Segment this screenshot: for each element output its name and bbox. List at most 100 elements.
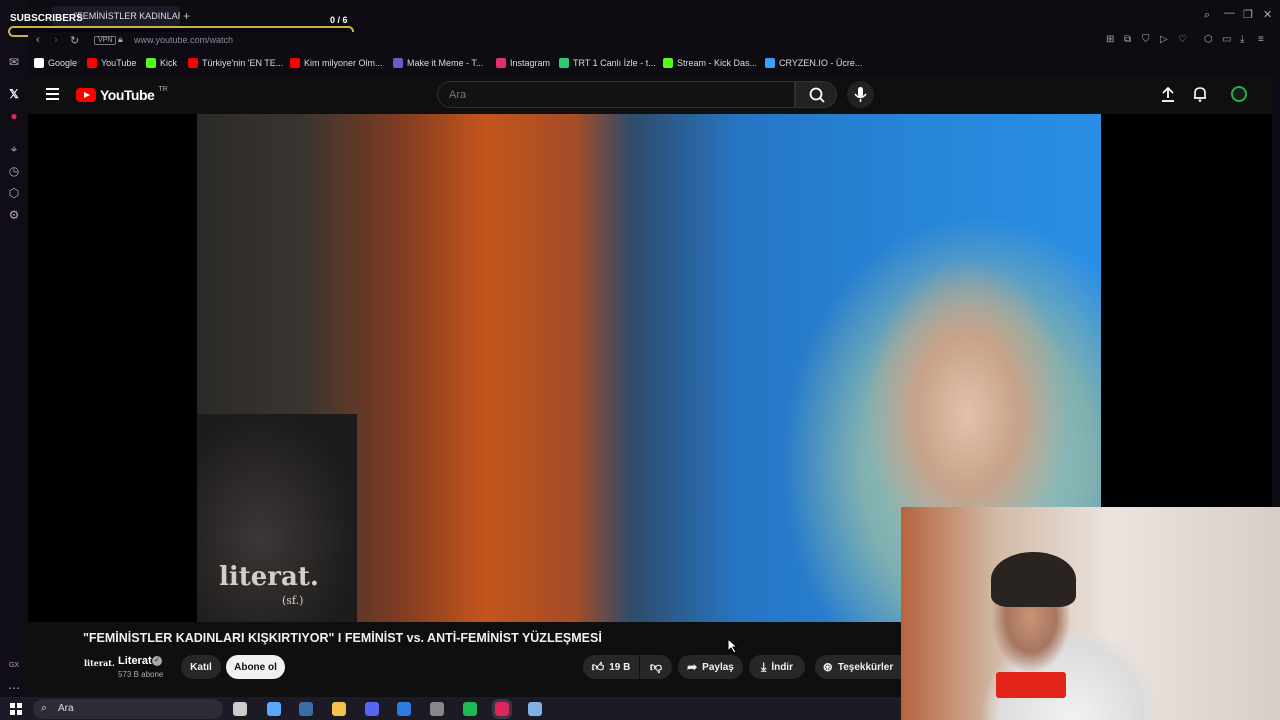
thanks-label: Teşekkürler [837,661,894,673]
vpn-badge[interactable]: VPN [94,36,117,45]
microphone-icon [854,87,867,102]
bookmark-favicon-icon [663,58,673,68]
taskbar-search[interactable]: ⌕ Ara [33,699,223,719]
dislike-button[interactable]: 👎︎ [640,655,672,679]
streamer-webcam [901,507,1280,720]
wallet-icon[interactable]: ▭ [1222,34,1231,45]
search-button[interactable] [795,81,837,108]
shield-icon[interactable]: ⛉ [1142,34,1150,45]
download-button[interactable]: ⤓ İndir [749,655,805,679]
youtube-play-icon [76,88,96,102]
menu-icon[interactable]: ≡ [1258,34,1264,45]
bookmark-label: Instagram [510,58,551,68]
join-button[interactable]: Katıl [181,655,221,679]
bookmark-icon[interactable]: ⊞ [1106,34,1114,45]
bookmark-favicon-icon [765,58,775,68]
search-icon [809,87,825,103]
messenger-icon[interactable]: ✉ [6,54,22,70]
avatar[interactable] [1231,86,1247,102]
bookmark-item[interactable]: TRT 1 Canlı İzle - t... [559,58,656,68]
more-icon[interactable]: ⋯ [6,680,22,696]
close-icon[interactable]: ✕ [1263,8,1272,21]
url-field[interactable]: www.youtube.com/watch [134,35,233,45]
subscribe-label: Abone ol [234,661,277,673]
bookmark-favicon-icon [34,58,44,68]
download-icon[interactable]: ⤓ [1240,34,1244,45]
taskbar-network-icon[interactable] [528,702,542,716]
history-icon[interactable]: ◷ [6,163,22,179]
search-input[interactable] [437,81,795,108]
bookmark-item[interactable]: CRYZEN.IO - Ücre... [765,58,862,68]
start-button[interactable] [10,703,22,715]
bookmark-label: Türkiye'nin 'EN TE... [202,58,284,68]
taskbar-copilot-icon[interactable] [267,702,281,716]
subscribe-button[interactable]: Abone ol [226,655,285,679]
bookmark-favicon-icon [393,58,403,68]
player-icon[interactable]: ▷ [1160,34,1168,45]
taskbar-obs-icon[interactable] [430,702,444,716]
pin-icon[interactable]: ⌖ [6,141,22,157]
bookmark-item[interactable]: YouTube [87,58,136,68]
upload-icon [1162,86,1174,102]
heart-icon[interactable]: ♡ [1178,34,1187,45]
taskbar-opera-gx-icon[interactable] [492,699,512,719]
bookmark-item[interactable]: Instagram [496,58,550,68]
bookmark-favicon-icon [559,58,569,68]
extensions-puzzle-icon[interactable]: ⬡ [1204,34,1213,45]
bookmark-item[interactable]: Google [34,58,77,68]
bookmark-favicon-icon [496,58,506,68]
video-title: "FEMİNİSTLER KADINLARI KIŞKIRTIYOR" I FE… [83,631,602,645]
webcam-subject-hair [991,552,1076,607]
youtube-logo[interactable]: YouTube TR [76,86,168,103]
back-icon[interactable]: ‹ [36,34,40,46]
like-button[interactable]: 👍︎ 19 B [583,655,639,679]
bookmark-item[interactable]: Stream - Kick Das... [663,58,757,68]
thumbs-up-icon: 👍︎ [591,659,605,674]
minimize-icon[interactable]: — [1224,7,1235,19]
gx-logo-icon[interactable]: GX [6,658,22,674]
forward-icon[interactable]: › [54,34,58,46]
notifications-button[interactable] [1192,86,1208,107]
create-upload-button[interactable] [1160,86,1176,107]
taskbar-steam-icon[interactable] [299,702,313,716]
search-tabs-icon[interactable]: ⌕ [1204,9,1210,22]
bookmark-item[interactable]: Kim milyoner Olm... [290,58,383,68]
taskbar-search-placeholder: Ara [58,703,74,714]
taskbar-spotify-icon[interactable] [463,702,477,716]
mouse-cursor-icon [727,638,739,654]
bookmark-item[interactable]: Make it Meme - T... [393,58,483,68]
extensions-icon[interactable]: ⬡ [6,185,22,201]
youtube-sidebar-icon[interactable]: ● [6,108,22,124]
bookmark-item[interactable]: Kick [146,58,177,68]
channel-name[interactable]: Literat [118,655,152,667]
menu-hamburger-icon[interactable] [46,88,59,100]
bookmark-label: YouTube [101,58,137,68]
settings-gear-icon[interactable]: ⚙ [6,207,22,223]
bell-icon [1194,87,1206,102]
bookmark-label: TRT 1 Canlı İzle - t... [573,58,656,68]
restore-icon[interactable]: ❐ [1243,8,1253,21]
new-tab-button[interactable]: + [183,9,190,23]
subscriber-goal-counter: 0 / 6 [330,15,348,25]
bookmark-item[interactable]: Türkiye'nin 'EN TE... [188,58,283,68]
bookmark-label: CRYZEN.IO - Ücre... [779,58,863,68]
x-twitter-icon[interactable]: 𝕏 [6,86,22,102]
bookmark-label: Stream - Kick Das... [677,58,758,68]
taskbar-task-view-icon[interactable] [233,702,247,716]
channel-avatar[interactable]: literat. [84,658,115,676]
taskbar-mail-icon[interactable] [397,702,411,716]
video-watermark: literat. [219,562,319,592]
join-label: Katıl [190,661,212,673]
voice-search-button[interactable] [847,81,874,108]
bookmark-label: Google [48,58,78,68]
taskbar-discord-icon[interactable] [365,702,379,716]
snapshot-icon[interactable]: ⧉ [1124,34,1131,45]
taskbar-files-icon[interactable] [332,702,346,716]
taskbar-search-icon: ⌕ [41,702,48,714]
reload-icon[interactable]: ↻ [70,34,79,47]
thanks-button[interactable]: ⊛ Teşekkürler [815,655,901,679]
share-button[interactable]: ➦ Paylaş [678,655,743,679]
bookmark-label: Kim milyoner Olm... [304,58,383,68]
share-label: Paylaş [702,661,734,673]
browser-sidebar: ✉ 𝕏 ● ⌖ ◷ ⬡ ⚙ GX ⋯ [0,0,28,697]
